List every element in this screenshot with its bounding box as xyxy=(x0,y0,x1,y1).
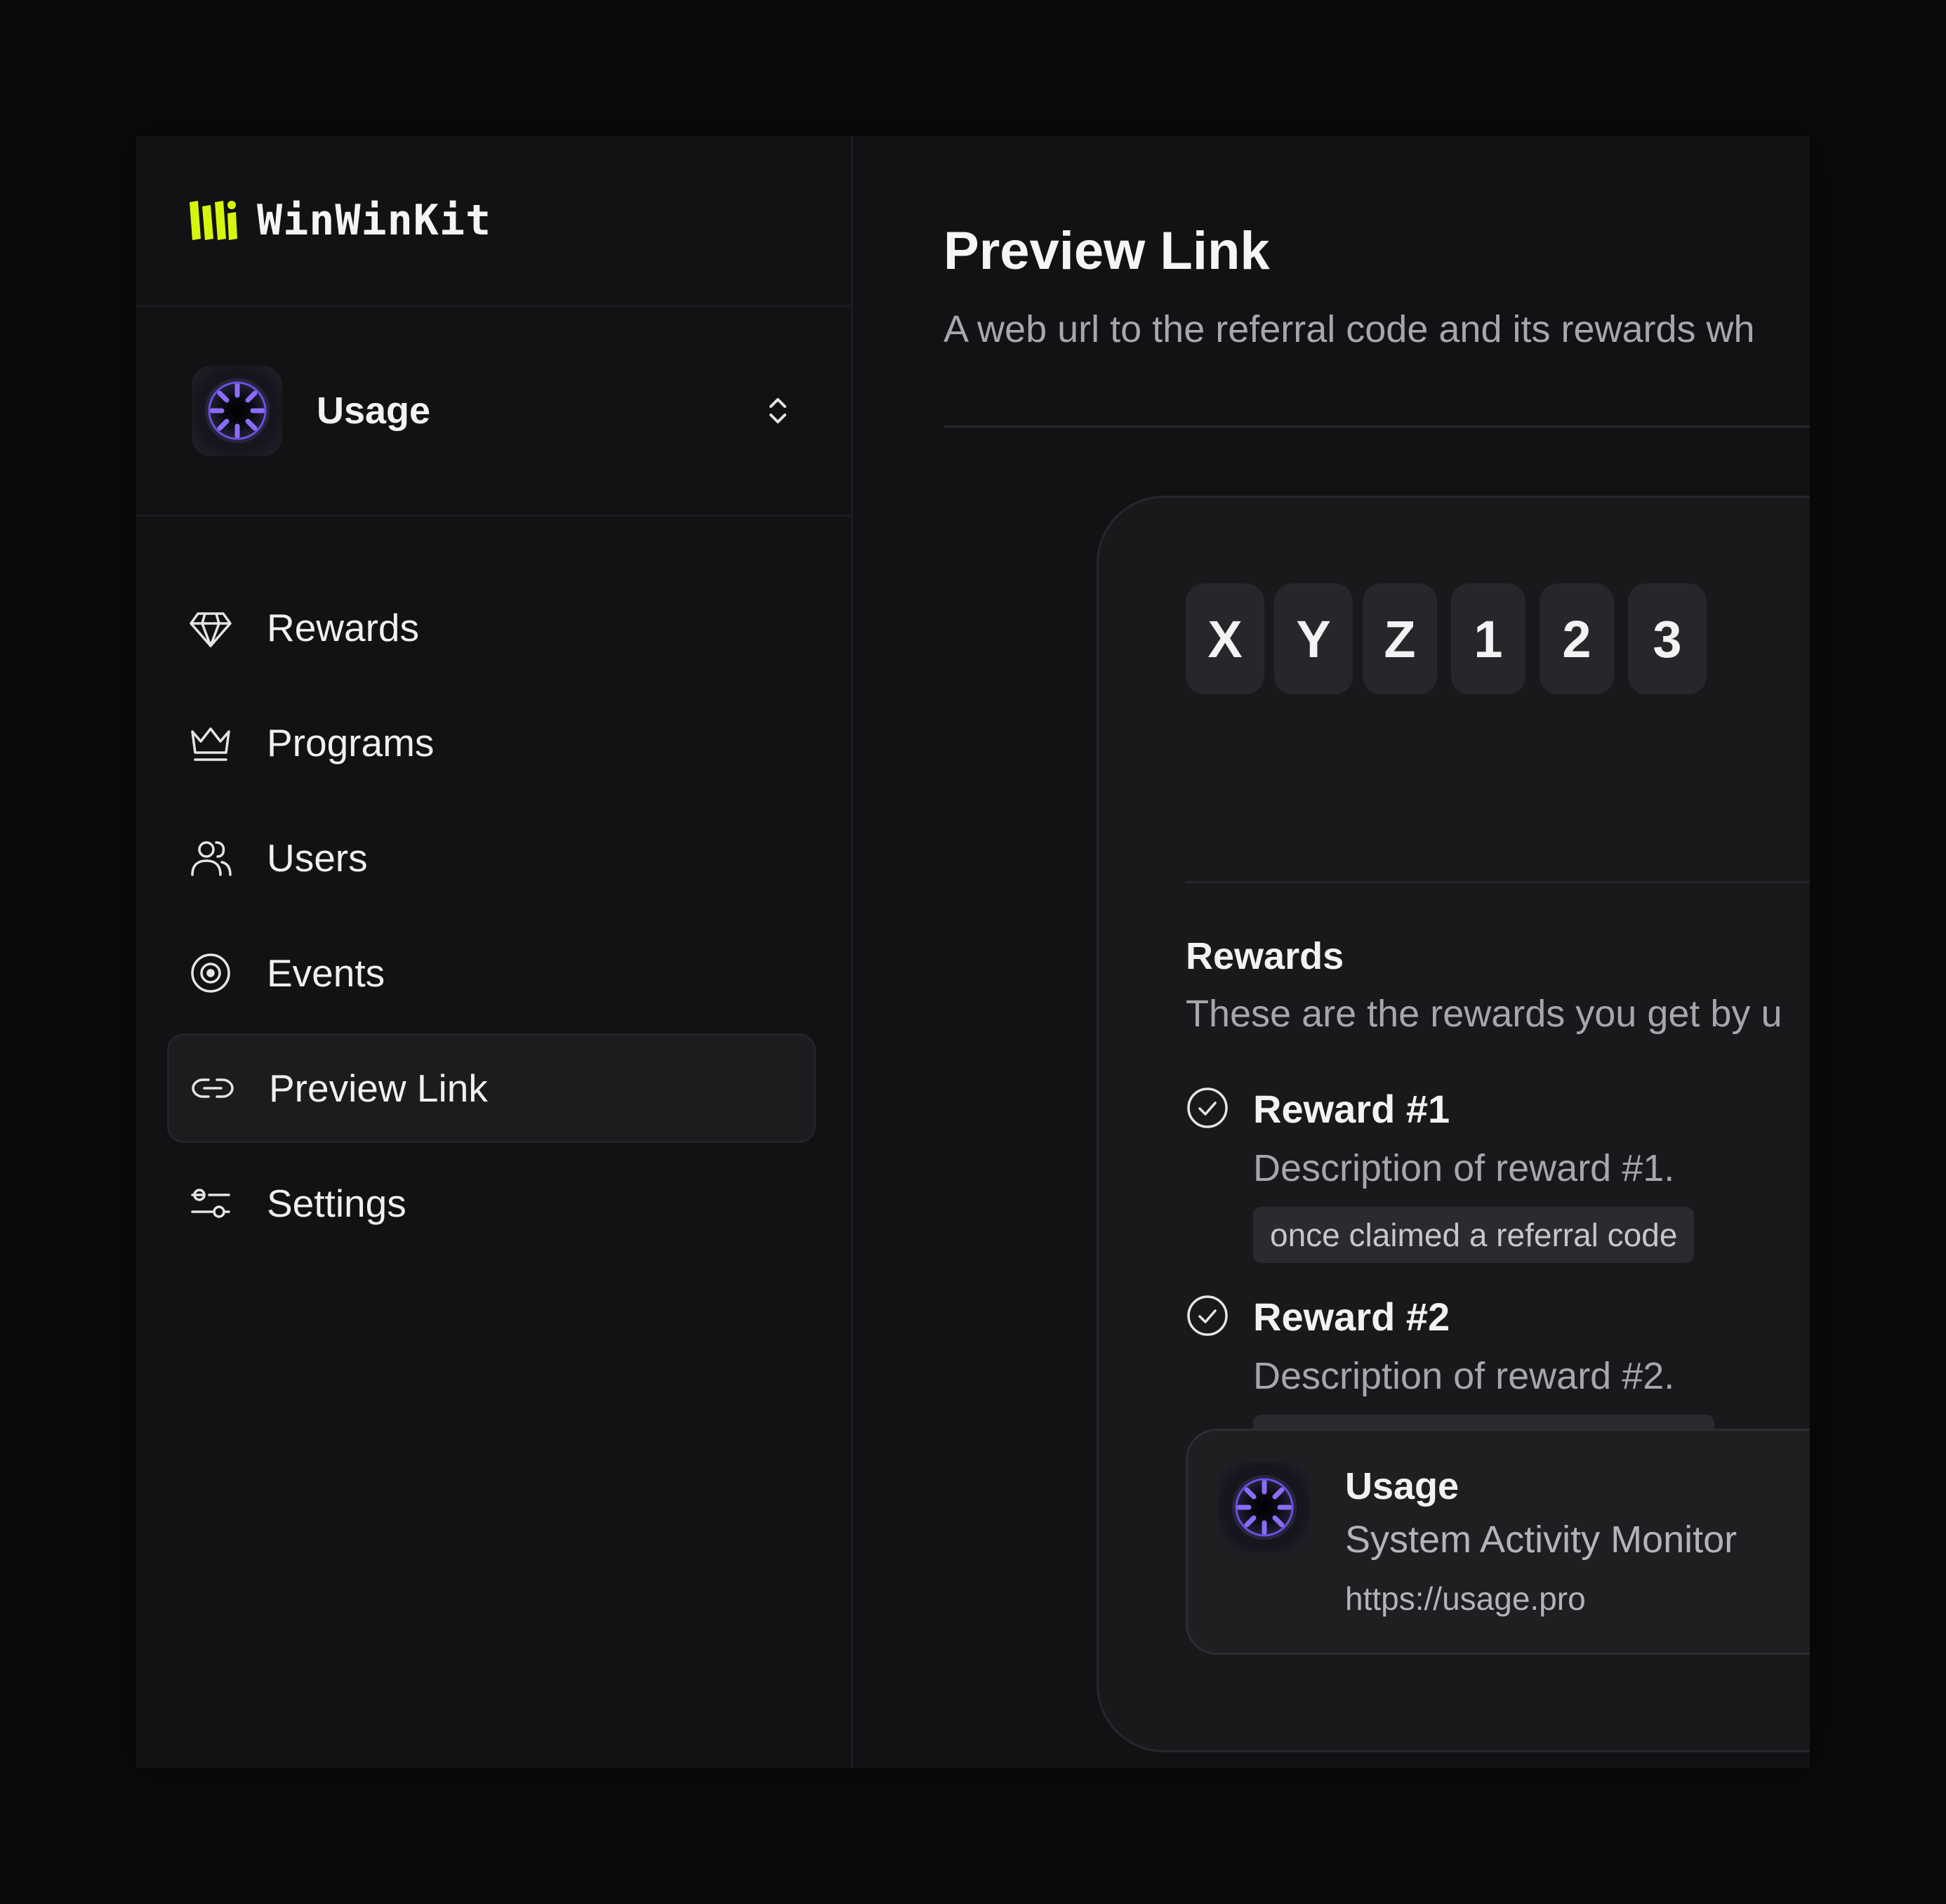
app-switcher[interactable]: Usage xyxy=(136,307,851,517)
sidebar-item-label: Events xyxy=(267,951,385,995)
rewards-description: These are the rewards you get by u xyxy=(1186,993,1782,1035)
link-icon xyxy=(192,1078,234,1098)
reward-title: Reward #1 xyxy=(1253,1087,1450,1131)
usage-app-icon xyxy=(1219,1462,1309,1552)
app-info-card[interactable]: Usage System Activity Monitor https://us… xyxy=(1186,1429,1810,1655)
sliders-icon xyxy=(191,1189,230,1218)
chevron-up-down-icon xyxy=(769,398,786,423)
sidebar-item-rewards[interactable]: Rewards xyxy=(167,573,816,682)
target-icon xyxy=(191,953,230,993)
sidebar-item-settings[interactable]: Settings xyxy=(167,1149,816,1258)
code-character: X xyxy=(1186,583,1264,694)
code-character: Z xyxy=(1363,583,1437,694)
winwinkit-logo-icon xyxy=(190,201,237,240)
referral-code: X Y Z 1 2 3 xyxy=(1186,583,1716,694)
brand-name: WinWinKit xyxy=(257,196,492,245)
app-url-link[interactable]: https://usage.pro xyxy=(1345,1580,1586,1618)
code-character: 1 xyxy=(1451,583,1525,694)
sidebar: WinWinKit Usage Rewards Programs Users E… xyxy=(136,136,853,1768)
sidebar-item-label: Settings xyxy=(267,1182,406,1225)
reward-title: Reward #2 xyxy=(1253,1295,1450,1339)
app-tagline: System Activity Monitor xyxy=(1345,1519,1738,1561)
rewards-heading: Rewards xyxy=(1186,935,1344,977)
sidebar-item-label: Users xyxy=(267,836,368,880)
check-circle-icon xyxy=(1187,1295,1228,1336)
check-circle-icon xyxy=(1187,1087,1228,1128)
sidebar-item-users[interactable]: Users xyxy=(167,803,816,913)
app-window: WinWinKit Usage Rewards Programs Users E… xyxy=(136,136,1810,1768)
code-character: 3 xyxy=(1628,583,1707,694)
divider xyxy=(944,425,1810,428)
reward-description: Description of reward #1. xyxy=(1253,1147,1675,1189)
diamond-icon xyxy=(190,612,232,647)
divider xyxy=(1186,881,1810,883)
usage-app-icon xyxy=(192,365,282,456)
code-character: Y xyxy=(1274,583,1353,694)
preview-card: X Y Z 1 2 3 Rewards These are the reward… xyxy=(1097,496,1810,1752)
sidebar-nav: Rewards Programs Users Events Preview Li… xyxy=(136,517,851,1258)
page-subtitle: A web url to the referral code and its r… xyxy=(944,308,1755,350)
reward-description: Description of reward #2. xyxy=(1253,1355,1675,1397)
app-switcher-name: Usage xyxy=(317,390,431,432)
sidebar-item-label: Rewards xyxy=(267,606,420,649)
code-character: 2 xyxy=(1540,583,1614,694)
users-icon xyxy=(191,841,232,876)
sidebar-item-preview-link[interactable]: Preview Link xyxy=(167,1033,816,1143)
sidebar-item-programs[interactable]: Programs xyxy=(167,688,816,798)
sidebar-item-events[interactable]: Events xyxy=(167,918,816,1028)
crown-icon xyxy=(191,727,230,761)
reward-condition-badge: once claimed a referral code xyxy=(1253,1207,1695,1263)
app-name: Usage xyxy=(1345,1465,1460,1507)
brand-header: WinWinKit xyxy=(136,136,851,307)
sidebar-item-label: Preview Link xyxy=(269,1066,488,1110)
main-content: Preview Link A web url to the referral c… xyxy=(855,136,1810,1768)
sidebar-item-label: Programs xyxy=(267,721,435,765)
page-title: Preview Link xyxy=(944,221,1270,281)
